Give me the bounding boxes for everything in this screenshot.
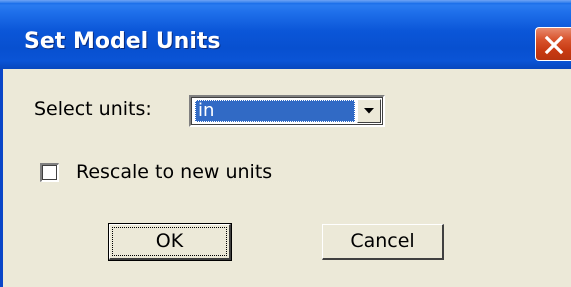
rescale-label[interactable]: Rescale to new units <box>76 161 272 183</box>
units-dropdown[interactable]: in <box>189 95 385 127</box>
window-border-left <box>0 69 3 287</box>
units-label: Select units: <box>34 98 152 120</box>
close-icon <box>544 35 564 55</box>
close-button[interactable] <box>535 27 571 61</box>
rescale-checkbox[interactable] <box>40 163 59 182</box>
ok-button[interactable]: OK <box>108 223 232 261</box>
window-title: Set Model Units <box>24 29 221 54</box>
cancel-button-label: Cancel <box>350 230 415 252</box>
units-selected-value[interactable]: in <box>195 100 355 122</box>
dropdown-button[interactable] <box>357 99 381 123</box>
title-bar: Set Model Units <box>0 0 571 69</box>
focus-rectangle <box>112 227 227 256</box>
title-bar-highlight <box>0 0 571 3</box>
set-model-units-dialog: Set Model Units Select units: in Rescale… <box>0 0 571 287</box>
cancel-button[interactable]: Cancel <box>322 224 444 260</box>
chevron-down-icon <box>364 108 374 114</box>
